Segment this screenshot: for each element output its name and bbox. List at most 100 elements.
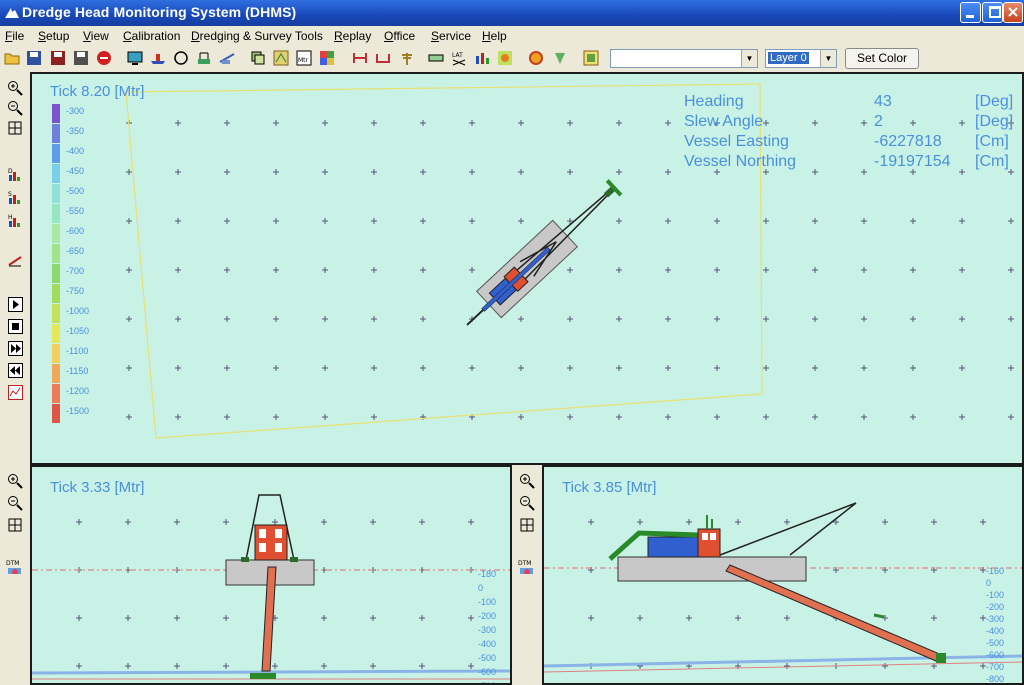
grid-cross [468,663,474,669]
heading-chart-icon[interactable]: H [7,213,23,229]
grid-cross [959,414,965,420]
close-button[interactable] [1003,2,1023,23]
dtm-icon[interactable]: DTM [5,558,21,574]
grid-cross [371,169,377,175]
grid-cross [125,663,131,669]
grid-cross [812,365,818,371]
monitor-icon[interactable] [127,50,143,66]
menu-help[interactable]: Help [482,29,507,43]
side-view-canvas[interactable] [32,467,510,683]
zoom-out-icon[interactable] [7,100,23,116]
grid-cross [273,316,279,322]
grid-cross [175,316,181,322]
grid-cross [861,414,867,420]
legend-label: -400 [66,146,85,156]
antenna-icon[interactable] [399,50,415,66]
menu-replay[interactable]: Replay [334,29,371,43]
grid-cross [784,615,790,621]
ladder-icon[interactable] [7,252,23,268]
legend-item: -650 [52,244,92,263]
depth-chart-icon[interactable]: D [7,167,23,183]
grid-cross [223,615,229,621]
legend-swatch [52,404,60,423]
menu-setup[interactable]: Setup [38,29,69,43]
xy-mtr-icon[interactable]: Mtr [296,50,312,66]
fit-grid-icon[interactable] [7,517,23,533]
grid-cross [224,120,230,126]
save-as-icon[interactable] [50,50,66,66]
maximize-button[interactable] [982,2,1003,23]
side-view-panel[interactable]: Tick 3.33 [Mtr] -180 0 -100 -200 -300 -400 -50… [30,465,512,685]
vessel-northing-value: -19197154 [874,153,951,170]
grid-cross [567,414,573,420]
dtm-icon[interactable]: DTM [517,558,533,574]
menu-dredging-survey-tools[interactable]: Dredging & Survey Tools [191,29,323,43]
open-folder-icon[interactable] [4,50,20,66]
winch-icon[interactable] [375,50,391,66]
vessel-northing-label: Vessel Northing [684,153,797,170]
zoom-in-icon[interactable] [519,473,535,489]
dredger-icon[interactable] [219,50,235,66]
menu-service[interactable]: Service [431,29,471,43]
graph-record-icon[interactable] [8,385,24,401]
grid-cross [959,120,965,126]
grid-cross [420,218,426,224]
pin-icon[interactable] [552,50,568,66]
rewind-icon[interactable] [8,363,24,379]
zoom-in-icon[interactable] [7,473,23,489]
lat-long-icon[interactable]: LAT [451,50,467,66]
set-color-button[interactable]: Set Color [845,48,919,69]
layer-select[interactable]: Layer 0 ▼ [765,49,837,68]
anchor-icon[interactable] [352,50,368,66]
map-icon[interactable] [273,50,289,66]
legend-label: -1050 [66,326,90,336]
crane-icon[interactable] [196,50,212,66]
menu-office[interactable]: Office [384,29,415,43]
chevron-down-icon[interactable]: ▼ [741,50,757,67]
grid-cross [665,365,671,371]
grid-cross [714,267,720,273]
side-view-tools: DTM [0,465,30,685]
zoom-out-icon[interactable] [519,495,535,511]
grid-cross [518,218,524,224]
legend-label: -700 [66,266,85,276]
slew-chart-icon[interactable]: S [7,190,23,206]
stop-icon[interactable] [96,50,112,66]
profile-view-canvas[interactable] [544,467,1022,683]
minimize-button[interactable] [960,2,981,23]
layers-icon[interactable] [250,50,266,66]
profile-view-panel[interactable]: Tick 3.85 [Mtr] -160 0 -100 -200 -300 -400 -50… [542,465,1024,685]
legend-swatch [52,204,60,223]
grid-cross [1008,316,1014,322]
play-icon[interactable] [8,297,24,313]
contour-icon[interactable] [497,50,513,66]
gear-color-icon[interactable] [528,50,544,66]
save-all-icon[interactable] [73,50,89,66]
fit-grid-icon[interactable] [7,120,23,136]
svg-text:DTM: DTM [518,560,531,567]
legend-label: -500 [66,186,85,196]
ruler-icon[interactable] [428,50,444,66]
stop-record-icon[interactable] [8,319,24,335]
legend-swatch [52,304,60,323]
fit-grid-icon[interactable] [519,517,535,533]
zoom-out-icon[interactable] [7,495,23,511]
save-icon[interactable] [26,50,42,66]
legend-item: -600 [52,224,92,243]
vessel-icon[interactable] [150,50,166,66]
grid-color-icon[interactable] [319,50,335,66]
fast-forward-icon[interactable] [8,341,24,357]
menu-file[interactable]: File [5,29,24,43]
chevron-down-icon[interactable]: ▼ [820,50,836,67]
menu-view[interactable]: View [83,29,109,43]
circle-tool-icon[interactable] [173,50,189,66]
menu-calibration[interactable]: Calibration [123,29,180,43]
image-icon[interactable] [583,50,599,66]
view-select[interactable]: ▼ [610,49,758,68]
plan-view-panel[interactable]: Tick 8.20 [Mtr] -300 -350 -400 -450 -500 -550… [30,72,1024,465]
depth-label: -300 [986,614,1005,624]
zoom-in-icon[interactable] [7,80,23,96]
xy-stats-icon[interactable] [474,50,490,66]
grid-cross [518,316,524,322]
vessel-easting-unit: [Cm] [975,133,1009,150]
